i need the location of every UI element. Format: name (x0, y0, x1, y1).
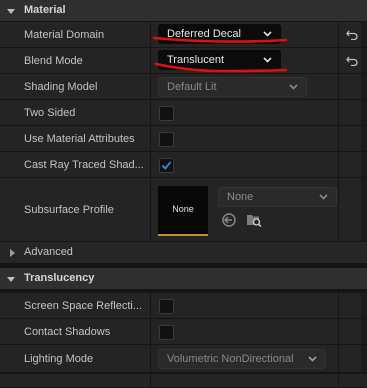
reset-to-default-icon[interactable] (346, 30, 358, 40)
scrollbar-track[interactable] (361, 319, 367, 344)
column-divider (338, 22, 339, 47)
column-divider (338, 374, 339, 387)
row-use-material-attributes: Use Material Attributes (0, 126, 367, 152)
row-shading-model: Shading Model Default Lit (0, 74, 367, 100)
scrollbar-track[interactable] (361, 345, 367, 372)
column-divider (338, 293, 339, 318)
section-header-translucency[interactable]: Translucency (0, 268, 367, 290)
lighting-mode-dropdown[interactable]: Volumetric NonDirectional (158, 349, 326, 369)
scrollbar-track[interactable] (361, 152, 367, 177)
cast-ray-traced-shadows-checkbox[interactable] (159, 158, 174, 173)
use-material-attributes-checkbox[interactable] (159, 132, 174, 147)
row-screen-space-reflections: Screen Space Reflecti... (0, 293, 367, 319)
column-divider (150, 126, 151, 151)
row-cast-ray-traced-shadows: Cast Ray Traced Shad... (0, 152, 367, 178)
scrollbar-track[interactable] (361, 293, 367, 318)
checkmark-icon (161, 161, 172, 170)
column-divider (338, 48, 339, 73)
screen-space-reflections-checkbox[interactable] (159, 299, 174, 314)
annotation-underline (154, 62, 288, 73)
section-header-material[interactable]: Material (0, 0, 367, 22)
dropdown-value: Default Lit (167, 81, 217, 93)
column-divider (150, 293, 151, 318)
dropdown-value: None (227, 191, 254, 203)
thumbnail-label: None (172, 204, 194, 214)
column-divider (338, 126, 339, 151)
property-label: Two Sided (24, 107, 76, 119)
chevron-down-icon (7, 277, 15, 282)
browse-to-asset-icon[interactable] (246, 212, 262, 228)
two-sided-checkbox[interactable] (159, 106, 174, 121)
column-divider (338, 345, 339, 372)
property-label: Subsurface Profile (24, 204, 114, 216)
dropdown-value: Volumetric NonDirectional (167, 353, 294, 365)
column-divider (150, 374, 151, 387)
chevron-down-icon (289, 84, 298, 90)
section-title: Translucency (24, 272, 95, 284)
row-lighting-mode: Lighting Mode Volumetric NonDirectional (0, 345, 367, 373)
scrollbar-track[interactable] (361, 100, 367, 125)
reset-to-default-icon[interactable] (346, 56, 358, 66)
chevron-down-icon (308, 356, 317, 362)
column-divider (150, 178, 151, 241)
subsurface-profile-thumbnail[interactable]: None (158, 186, 208, 236)
shading-model-dropdown[interactable]: Default Lit (158, 77, 307, 97)
property-label: Material Domain (24, 29, 105, 41)
section-title: Advanced (24, 246, 73, 258)
scrollbar-track[interactable] (361, 74, 367, 99)
property-label: Use Material Attributes (24, 133, 135, 145)
use-selected-asset-icon[interactable] (221, 212, 237, 228)
subsurface-profile-asset-picker[interactable]: None (218, 187, 337, 207)
column-divider (150, 100, 151, 125)
column-divider (150, 74, 151, 99)
annotation-underline (152, 36, 288, 43)
section-title: Material (24, 4, 66, 16)
column-divider (338, 152, 339, 177)
column-divider (338, 100, 339, 125)
scrollbar-track[interactable] (361, 48, 367, 73)
scrollbar-track[interactable] (361, 22, 367, 47)
column-divider (338, 74, 339, 99)
property-label: Blend Mode (24, 55, 83, 67)
section-header-advanced[interactable]: Advanced (0, 242, 367, 264)
property-label: Contact Shadows (24, 326, 111, 338)
column-divider (150, 152, 151, 177)
property-label: Shading Model (24, 81, 98, 93)
column-divider (150, 345, 151, 372)
chevron-down-icon (7, 9, 15, 14)
row-partial (0, 374, 367, 388)
column-divider (338, 319, 339, 344)
property-label: Screen Space Reflecti... (24, 300, 143, 312)
row-contact-shadows: Contact Shadows (0, 319, 367, 345)
property-label: Cast Ray Traced Shad... (24, 159, 144, 171)
property-label: Lighting Mode (24, 353, 94, 365)
column-divider (338, 178, 339, 241)
column-divider (150, 319, 151, 344)
scrollbar-track[interactable] (361, 178, 367, 241)
contact-shadows-checkbox[interactable] (159, 325, 174, 340)
chevron-right-icon (10, 249, 15, 257)
details-panel: Material Material Domain Deferred Decal … (0, 0, 367, 388)
chevron-down-icon (319, 194, 328, 200)
row-two-sided: Two Sided (0, 100, 367, 126)
scrollbar-track[interactable] (361, 126, 367, 151)
